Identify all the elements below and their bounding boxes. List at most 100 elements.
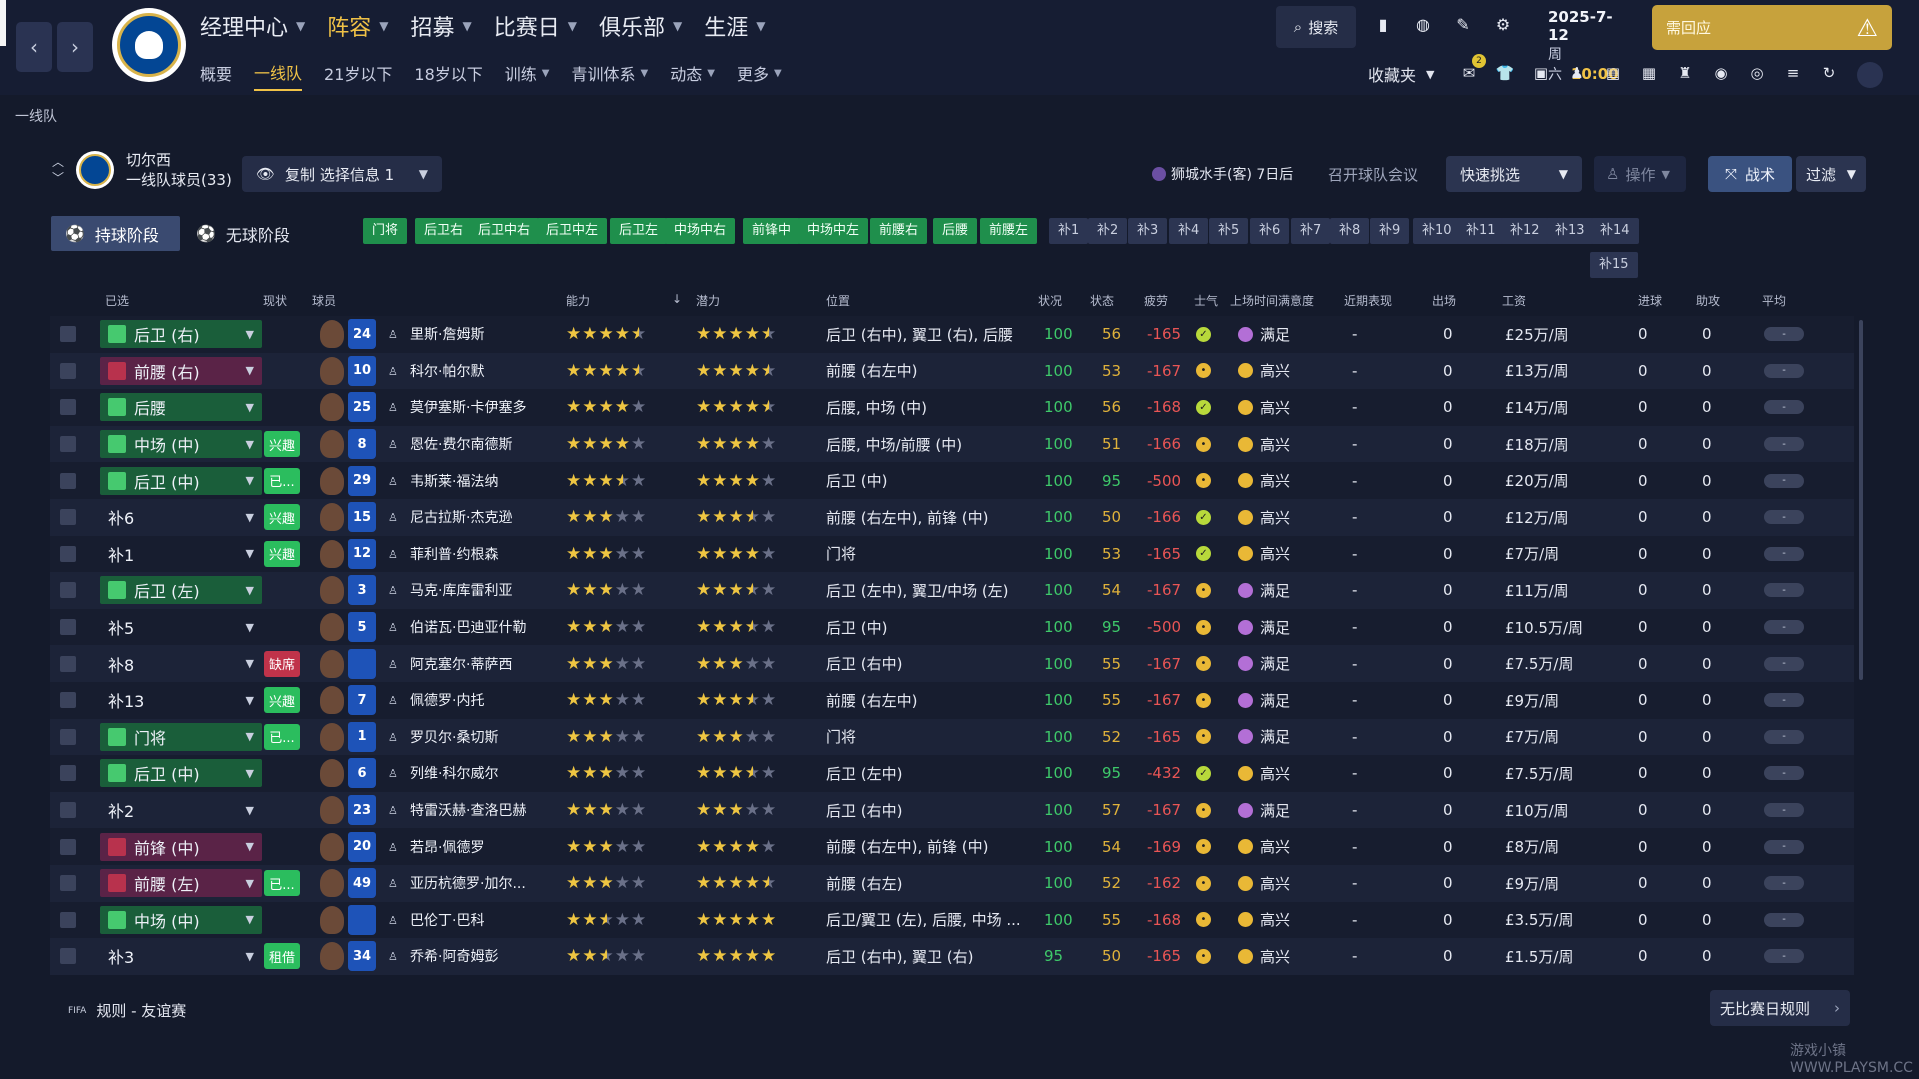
player-name[interactable]: 莫伊塞斯·卡伊塞多	[410, 397, 526, 417]
filter-dropdown[interactable]: 过滤 ▼	[1796, 156, 1866, 192]
sub-slot-tag[interactable]: 补8	[1330, 218, 1370, 244]
col-avg[interactable]: 平均	[1762, 292, 1786, 309]
calendar-icon[interactable]: ▦	[1638, 62, 1660, 84]
selection-dropdown[interactable]: 补2 ▼	[100, 796, 262, 824]
col-assists[interactable]: 助攻	[1696, 292, 1720, 309]
favorites-dropdown[interactable]: 收藏夹 ▼	[1368, 62, 1434, 86]
status-badge[interactable]: 已...	[264, 467, 300, 494]
position-tag[interactable]: 后卫中左	[537, 218, 608, 244]
position-tag[interactable]: 前锋中	[743, 218, 801, 244]
player-name[interactable]: 恩佐·费尔南德斯	[410, 434, 512, 454]
row-checkbox[interactable]	[60, 692, 76, 709]
competition-rules[interactable]: FIFA 规则 - 友谊赛	[68, 1000, 186, 1021]
sub-nav-item[interactable]: 更多 ▼	[737, 60, 782, 91]
row-checkbox[interactable]	[60, 472, 76, 489]
selection-dropdown[interactable]: 中场 (中) ▼	[100, 430, 262, 459]
position-tag[interactable]: 门将	[363, 218, 408, 244]
main-nav-item[interactable]: 比赛日 ▼	[494, 10, 577, 42]
next-fixture[interactable]: 狮城水手(客) 7日后	[1152, 164, 1293, 184]
player-name[interactable]: 佩德罗·内托	[410, 690, 484, 710]
sub-slot-tag[interactable]: 补9	[1370, 218, 1410, 244]
player-name[interactable]: 韦斯莱·福法纳	[410, 471, 498, 491]
col-selected[interactable]: 已选	[105, 292, 129, 309]
back-button[interactable]: ‹	[16, 22, 52, 72]
row-checkbox[interactable]	[60, 765, 76, 782]
col-position[interactable]: 位置	[826, 292, 850, 309]
shirt-icon[interactable]: 👕	[1494, 62, 1516, 84]
document-icon[interactable]: ▤	[1602, 62, 1624, 84]
selection-dropdown[interactable]: 后卫 (左) ▼	[100, 576, 262, 605]
tab-in-possession[interactable]: ⚽ 持球阶段	[51, 216, 180, 251]
position-tag[interactable]: 后卫右	[415, 218, 473, 244]
selection-dropdown[interactable]: 前腰 (左) ▼	[100, 869, 262, 898]
sub-slot-tag[interactable]: 补15	[1590, 252, 1638, 278]
sub-slot-tag[interactable]: 补1	[1049, 218, 1089, 244]
col-goals[interactable]: 进球	[1638, 292, 1662, 309]
col-condition[interactable]: 状况	[1038, 292, 1062, 309]
status-badge[interactable]: 兴趣	[264, 431, 300, 458]
player-name[interactable]: 罗贝尔·桑切斯	[410, 727, 498, 747]
row-checkbox[interactable]	[60, 436, 76, 453]
pen-icon[interactable]: ✎	[1452, 12, 1474, 36]
col-playtime[interactable]: 上场时间满意度	[1230, 292, 1314, 309]
col-apps[interactable]: 出场	[1432, 292, 1456, 309]
player-name[interactable]: 尼古拉斯·杰克逊	[410, 507, 512, 527]
group-icon[interactable]: ◎	[1746, 62, 1768, 84]
tab-out-of-possession[interactable]: ⚽ 无球阶段	[196, 216, 316, 251]
row-checkbox[interactable]	[60, 728, 76, 745]
position-tag[interactable]: 后卫左	[610, 218, 668, 244]
table-row[interactable]: 后卫 (左) ▼ 3 ♙ 马克·库库雷利亚 ★★★★★ ★★★★★ 后卫 (左中), 翼卫/中…	[50, 572, 1854, 609]
team-switcher[interactable]: ︿ ﹀	[52, 154, 76, 186]
status-badge[interactable]: 缺席	[264, 650, 300, 677]
table-row[interactable]: 补5 ▼ 5 ♙ 伯诺瓦·巴迪亚什勒 ★★★★★ ★★★★★ 后卫 (中) 100 95 -500 •…	[50, 608, 1854, 646]
table-row[interactable]: 后卫 (中) ▼ 已... 29 ♙ 韦斯莱·福法纳 ★★★★★ ★★★★★ 后卫 (中) 100…	[50, 462, 1854, 499]
trophy-icon[interactable]: ♜	[1674, 62, 1696, 84]
sub-slot-tag[interactable]: 补13	[1546, 218, 1594, 244]
position-tag[interactable]: 中场中右	[665, 218, 736, 244]
table-row[interactable]: 补8 ▼ 缺席 ♙ 阿克塞尔·蒂萨西 ★★★★★ ★★★★★ 后卫 (右中) 100 55 -167…	[50, 645, 1854, 682]
tactics-button[interactable]: ⤧ 战术	[1708, 156, 1792, 192]
matchday-rules-button[interactable]: 无比赛日规则 ›	[1710, 990, 1850, 1026]
col-form[interactable]: 状态	[1090, 292, 1114, 309]
table-row[interactable]: 补2 ▼ 23 ♙ 特雷沃赫·查洛巴赫 ★★★★★ ★★★★★ 后卫 (右中) 100 57 -16…	[50, 791, 1854, 829]
sub-slot-tag[interactable]: 补12	[1501, 218, 1549, 244]
sub-slot-tag[interactable]: 补6	[1250, 218, 1290, 244]
forward-button[interactable]: ›	[57, 22, 93, 72]
table-row[interactable]: 门将 ▼ 已... 1 ♙ 罗贝尔·桑切斯 ★★★★★ ★★★★★ 门将 100 52 -165 • 满足…	[50, 718, 1854, 756]
selection-dropdown[interactable]: 补3 ▼	[100, 942, 262, 970]
status-badge[interactable]: 兴趣	[264, 504, 300, 531]
sub-slot-tag[interactable]: 补2	[1088, 218, 1128, 244]
sub-slot-tag[interactable]: 补10	[1413, 218, 1461, 244]
table-row[interactable]: 后卫 (右) ▼ 24 ♙ 里斯·詹姆斯 ★★★★★ ★★★★★ 后卫 (右中), 翼卫 (右…	[50, 316, 1854, 353]
selection-dropdown[interactable]: 后卫 (右) ▼	[100, 320, 262, 349]
kit-number-icon[interactable]: ▣	[1530, 62, 1552, 84]
table-row[interactable]: 补6 ▼ 兴趣 15 ♙ 尼古拉斯·杰克逊 ★★★★★ ★★★★★ 前腰 (右左中), 前锋 (…	[50, 498, 1854, 536]
player-name[interactable]: 马克·库库雷利亚	[410, 580, 512, 600]
row-checkbox[interactable]	[60, 911, 76, 928]
player-name[interactable]: 巴伦丁·巴科	[410, 910, 484, 930]
position-tag[interactable]: 中场中左	[798, 218, 869, 244]
table-row[interactable]: 中场 (中) ▼ 兴趣 8 ♙ 恩佐·费尔南德斯 ★★★★★ ★★★★★ 后腰, 中场/前腰 (…	[50, 425, 1854, 463]
row-checkbox[interactable]	[60, 399, 76, 416]
row-checkbox[interactable]	[60, 362, 76, 379]
refresh-icon[interactable]: ↻	[1818, 62, 1840, 84]
sub-nav-item[interactable]: 训练 ▼	[505, 60, 550, 91]
col-wage[interactable]: 工资	[1502, 292, 1526, 309]
chevron-up-icon[interactable]: ︿	[52, 154, 76, 170]
col-status[interactable]: 现状	[263, 292, 287, 309]
sub-slot-tag[interactable]: 补7	[1291, 218, 1331, 244]
row-checkbox[interactable]	[60, 655, 76, 672]
table-row[interactable]: 补3 ▼ 租借 34 ♙ 乔希·阿奇姆彭 ★★★★★ ★★★★★ 后卫 (右中), 翼卫 (右)…	[50, 938, 1854, 975]
table-row[interactable]: 后腰 ▼ 25 ♙ 莫伊塞斯·卡伊塞多 ★★★★★ ★★★★★ 后腰, 中场 (中) 100 56…	[50, 389, 1854, 426]
finance-icon[interactable]: ≡	[1782, 62, 1804, 84]
row-checkbox[interactable]	[60, 948, 76, 965]
selection-dropdown[interactable]: 补5 ▼	[100, 613, 262, 641]
row-checkbox[interactable]	[60, 326, 76, 343]
status-badge[interactable]: 租借	[264, 943, 300, 970]
sub-nav-item[interactable]: 18岁以下	[414, 60, 482, 91]
selection-dropdown[interactable]: 中场 (中) ▼	[100, 905, 262, 934]
sub-nav-item[interactable]: 动态 ▼	[670, 60, 715, 91]
selection-dropdown[interactable]: 后卫 (中) ▼	[100, 759, 262, 788]
selection-dropdown[interactable]: 补13 ▼	[100, 686, 262, 714]
main-nav-item[interactable]: 阵容 ▼	[327, 10, 388, 42]
